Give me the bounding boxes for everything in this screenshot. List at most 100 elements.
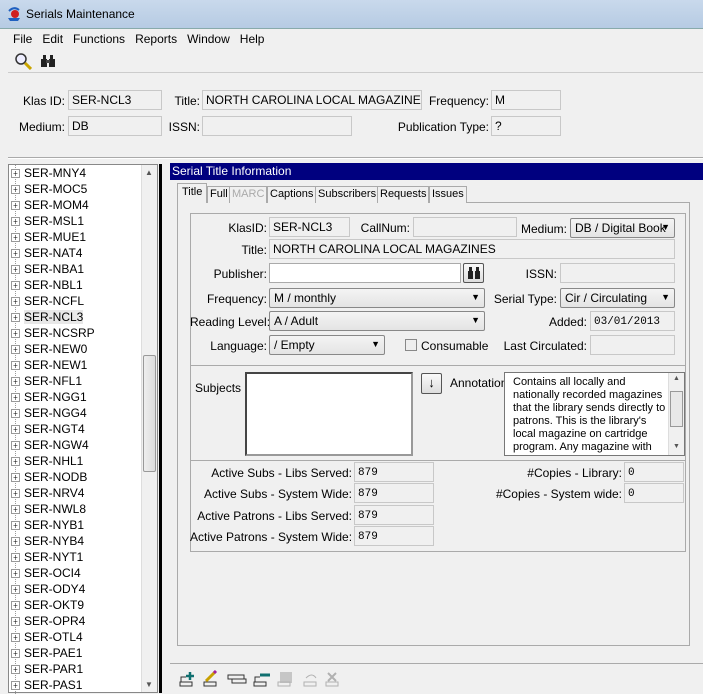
title-field-2[interactable]: NORTH CAROLINA LOCAL MAGAZINES xyxy=(269,239,675,259)
expand-icon[interactable]: + xyxy=(11,457,20,467)
binoculars-icon[interactable] xyxy=(40,53,56,69)
expand-icon[interactable]: + xyxy=(11,297,20,307)
expand-icon[interactable]: + xyxy=(11,521,20,531)
expand-icon[interactable]: + xyxy=(11,409,20,419)
publication-type-field[interactable]: ? xyxy=(491,116,561,136)
tree-item[interactable]: + SER-NRV4 xyxy=(11,485,84,501)
record-list-icon[interactable] xyxy=(227,674,247,684)
tree-item[interactable]: + SER-NBL1 xyxy=(11,277,83,293)
tree-scroll-thumb[interactable] xyxy=(143,355,156,472)
frequency-dropdown[interactable]: M / monthly ▼ xyxy=(269,288,485,308)
expand-icon[interactable]: + xyxy=(11,233,20,243)
tree-item[interactable]: + SER-NAT4 xyxy=(11,245,82,261)
tree-scrollbar[interactable]: ▲ ▼ xyxy=(141,165,157,692)
expand-icon[interactable]: + xyxy=(11,617,20,627)
tree-item[interactable]: + SER-MOM4 xyxy=(11,197,89,213)
expand-icon[interactable]: + xyxy=(11,249,20,259)
tree-item[interactable]: + SER-NEW0 xyxy=(11,341,87,357)
tree-item[interactable]: + SER-PAS1 xyxy=(11,677,82,693)
expand-icon[interactable]: + xyxy=(11,185,20,195)
tab-requests[interactable]: Requests xyxy=(377,186,430,203)
expand-icon[interactable]: + xyxy=(11,649,20,659)
annotation-scroll-thumb[interactable] xyxy=(670,391,683,427)
tree-item[interactable]: + SER-NYB4 xyxy=(11,533,84,549)
tree-item[interactable]: + SER-MSL1 xyxy=(11,213,84,229)
expand-icon[interactable]: + xyxy=(11,505,20,515)
menu-help[interactable]: Help xyxy=(235,29,270,46)
publisher-input[interactable] xyxy=(269,263,461,283)
tree-item[interactable]: + SER-OCI4 xyxy=(11,565,81,581)
tab-captions[interactable]: Captions xyxy=(267,186,317,203)
tree-item[interactable]: + SER-NCFL xyxy=(11,293,84,309)
scroll-down-icon[interactable]: ▼ xyxy=(673,443,680,450)
tab-issues[interactable]: Issues xyxy=(429,186,467,203)
menu-edit[interactable]: Edit xyxy=(37,29,68,46)
tree-item[interactable]: + SER-NGW4 xyxy=(11,437,89,453)
scroll-up-icon[interactable]: ▲ xyxy=(673,375,680,382)
tree-item[interactable]: + SER-NGG4 xyxy=(11,405,87,421)
publisher-search-button[interactable] xyxy=(463,263,484,283)
klasid-field[interactable]: SER-NCL3 xyxy=(269,217,350,237)
expand-icon[interactable]: + xyxy=(11,537,20,547)
added-field[interactable]: 03/01/2013 xyxy=(590,311,675,331)
annotation-textarea[interactable]: Contains all locally and nationally reco… xyxy=(504,372,685,456)
expand-icon[interactable]: + xyxy=(11,633,20,643)
tab-subscribers[interactable]: Subscribers xyxy=(315,186,380,203)
expand-icon[interactable]: + xyxy=(11,473,20,483)
tree-item[interactable]: + SER-MNY4 xyxy=(11,165,86,181)
menu-window[interactable]: Window xyxy=(182,29,235,46)
expand-icon[interactable]: + xyxy=(11,441,20,451)
expand-icon[interactable]: + xyxy=(11,393,20,403)
expand-icon[interactable]: + xyxy=(11,665,20,675)
tree-item[interactable]: + SER-NCL3 xyxy=(11,309,84,325)
tab-title[interactable]: Title xyxy=(177,183,208,203)
expand-icon[interactable]: + xyxy=(11,169,20,179)
menu-reports[interactable]: Reports xyxy=(130,29,182,46)
tree-item[interactable]: + SER-PAR1 xyxy=(11,661,83,677)
remove-record-icon[interactable] xyxy=(253,673,270,687)
expand-icon[interactable]: + xyxy=(11,329,20,339)
issn-field-2[interactable] xyxy=(560,263,675,283)
title-field[interactable]: NORTH CAROLINA LOCAL MAGAZINES xyxy=(202,90,422,110)
expand-icon[interactable]: + xyxy=(11,569,20,579)
annotation-scrollbar[interactable]: ▲ ▼ xyxy=(668,373,684,455)
tree-item[interactable]: + SER-MOC5 xyxy=(11,181,87,197)
tree-item[interactable]: + SER-NEW1 xyxy=(11,357,87,373)
language-dropdown[interactable]: / Empty ▼ xyxy=(269,335,385,355)
tree-item[interactable]: + SER-NYT1 xyxy=(11,549,83,565)
expand-icon[interactable]: + xyxy=(11,585,20,595)
tree-item[interactable]: + SER-OKT9 xyxy=(11,597,84,613)
tree-item[interactable]: + SER-PAE1 xyxy=(11,645,82,661)
expand-icon[interactable]: + xyxy=(11,601,20,611)
move-down-button[interactable]: ↓ xyxy=(421,373,442,394)
menu-file[interactable]: File xyxy=(8,29,37,46)
expand-icon[interactable]: + xyxy=(11,265,20,275)
expand-icon[interactable]: + xyxy=(11,425,20,435)
issn-field[interactable] xyxy=(202,116,352,136)
subjects-list[interactable] xyxy=(245,372,413,456)
tab-full[interactable]: Full xyxy=(207,186,231,203)
tree-item[interactable]: + SER-NCSRP xyxy=(11,325,95,341)
scroll-up-icon[interactable]: ▲ xyxy=(145,168,153,177)
tree-item[interactable]: + SER-NYB1 xyxy=(11,517,84,533)
tree-item[interactable]: + SER-OPR4 xyxy=(11,613,85,629)
tree-item[interactable]: + SER-NWL8 xyxy=(11,501,86,517)
expand-icon[interactable]: + xyxy=(11,361,20,371)
tree-item[interactable]: + SER-NHL1 xyxy=(11,453,83,469)
frequency-field[interactable]: M xyxy=(491,90,561,110)
expand-icon[interactable]: + xyxy=(11,377,20,387)
expand-icon[interactable]: + xyxy=(11,201,20,211)
medium-dropdown[interactable]: DB / Digital Book ▼ xyxy=(570,218,675,238)
tree-item[interactable]: + SER-MUE1 xyxy=(11,229,86,245)
expand-icon[interactable]: + xyxy=(11,281,20,291)
expand-icon[interactable]: + xyxy=(11,217,20,227)
tree-item[interactable]: + SER-NGT4 xyxy=(11,421,85,437)
tree-item[interactable]: + SER-NFL1 xyxy=(11,373,82,389)
tree-item[interactable]: + SER-ODY4 xyxy=(11,581,85,597)
edit-pencil-icon[interactable] xyxy=(203,670,218,687)
reading-level-dropdown[interactable]: A / Adult ▼ xyxy=(269,311,485,331)
serials-tree[interactable]: + SER-MNY4 + SER-MOC5 + SER-MOM4 + SER-MSL1 + SER… xyxy=(8,164,158,694)
menu-functions[interactable]: Functions xyxy=(68,29,130,46)
medium-field[interactable]: DB xyxy=(68,116,162,136)
last-circulated-field[interactable] xyxy=(590,335,675,355)
